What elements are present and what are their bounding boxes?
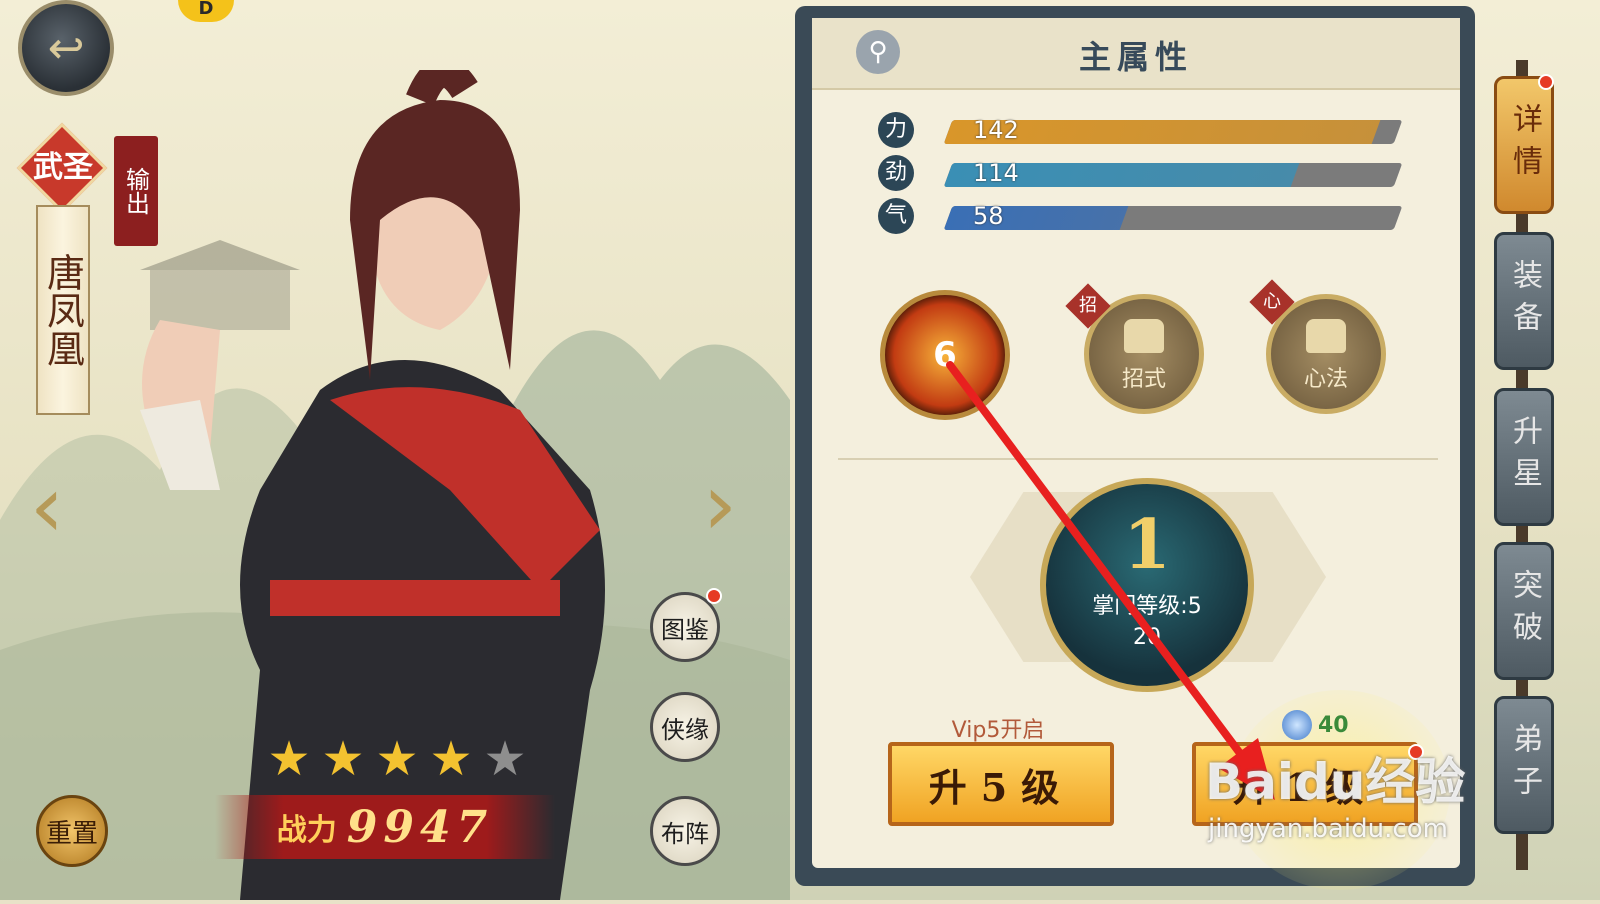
stat-bar-qi	[943, 206, 1403, 230]
reset-button[interactable]: 重置	[36, 795, 108, 867]
lock-icon	[1306, 319, 1346, 353]
level-up-5-button[interactable]: 升5级	[888, 742, 1114, 826]
lock-icon	[1124, 319, 1164, 353]
star-filled-icon: ★	[321, 731, 365, 787]
back-button[interactable]: ↩	[18, 0, 114, 96]
notification-dot	[706, 588, 722, 604]
tab-equipment[interactable]: 装备	[1494, 232, 1554, 370]
codex-label: 图鉴	[661, 615, 709, 644]
panel-title: 主属性	[1078, 38, 1193, 76]
star-rating: ★ ★ ★ ★ ★	[264, 734, 534, 784]
watermark-text: Baidu经验	[1205, 753, 1466, 811]
reset-label: 重置	[45, 818, 98, 849]
vip-unlock-tag: Vip5开启	[951, 718, 1045, 743]
tab-breakthrough[interactable]: 突破	[1494, 542, 1554, 680]
stat-row-qi: 气 58	[878, 198, 1408, 238]
stat-row-force: 劲 114	[878, 155, 1408, 195]
formation-label: 布阵	[661, 819, 709, 848]
stat-icon-strength: 力	[878, 112, 914, 148]
watermark-url: jingyan.baidu.com	[1208, 814, 1448, 844]
level-up-cost: 40	[1282, 708, 1372, 742]
notification-dot	[1538, 74, 1554, 90]
prev-hero-chevron-icon[interactable]: ‹	[22, 462, 72, 552]
rank-badge: 武圣	[16, 122, 108, 214]
formation-button[interactable]: 布阵	[650, 796, 720, 866]
stat-icon-force: 劲	[878, 155, 914, 191]
level-number: 1	[1123, 505, 1171, 585]
stat-row-strength: 力 142	[878, 112, 1408, 152]
next-hero-chevron-icon[interactable]: ›	[695, 460, 745, 550]
currency-coin-icon	[1282, 710, 1312, 740]
rank-text: 武圣	[33, 150, 93, 185]
star-filled-icon: ★	[429, 731, 473, 787]
star-filled-icon: ★	[267, 731, 311, 787]
power-display: 战力 9947	[215, 795, 555, 859]
back-arrow-icon: ↩	[47, 22, 85, 74]
tab-details[interactable]: 详情	[1494, 76, 1554, 214]
power-value: 9947	[346, 801, 494, 853]
hero-name: 唐凤凰	[36, 205, 90, 415]
mind-label: 心法	[1303, 367, 1348, 392]
tab-star-up[interactable]: 升星	[1494, 388, 1554, 526]
technique-label: 招式	[1121, 367, 1166, 392]
stat-value-force: 114	[973, 159, 1019, 187]
star-empty-icon: ★	[483, 731, 527, 787]
star-filled-icon: ★	[375, 731, 419, 787]
sect-level-label: 掌门等级:5	[1092, 594, 1202, 619]
bond-button[interactable]: 侠缘	[650, 692, 720, 762]
main-skill-slot[interactable]: 6	[880, 290, 1010, 420]
bond-label: 侠缘	[661, 715, 709, 744]
stat-icon-qi: 气	[878, 198, 914, 234]
role-tag: 输出	[114, 136, 158, 246]
level-progress-count: 20	[1133, 625, 1161, 650]
power-label: 战力	[276, 813, 337, 848]
stat-value-qi: 58	[973, 202, 1004, 230]
cost-value: 40	[1318, 712, 1349, 738]
stat-value-strength: 142	[973, 116, 1019, 144]
main-skill-level: 6	[933, 335, 957, 375]
divider	[838, 458, 1438, 460]
